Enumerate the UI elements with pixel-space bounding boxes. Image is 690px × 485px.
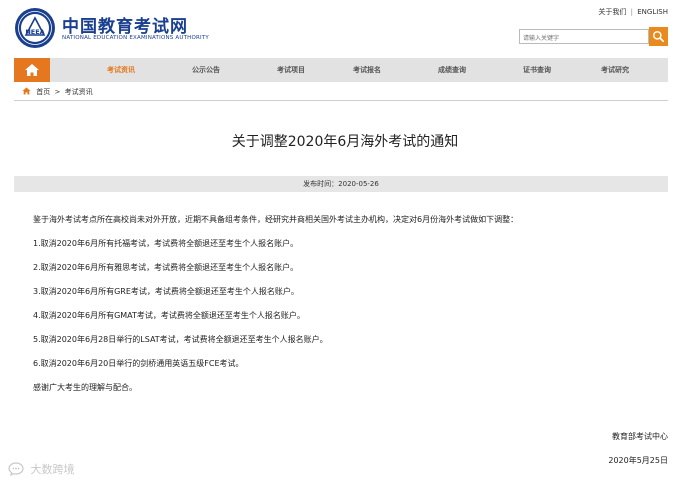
breadcrumb: 首页 > 考试资讯 (22, 87, 93, 97)
watermark-logo-icon (8, 462, 24, 476)
article-paragraph-3: 3.取消2020年6月所有GRE考试，考试费将全额退还至考生个人报名账户。 (33, 287, 299, 296)
seal-text: NEEA (25, 28, 44, 36)
article-paragraph-thanks: 感谢广大考生的理解与配合。 (33, 383, 137, 392)
watermark: 大数跨境 (8, 461, 75, 477)
site-name-en: NATIONAL EDUCATION EXAMINATIONS AUTHORIT… (62, 35, 209, 41)
breadcrumb-home-icon (22, 87, 31, 95)
site-name-cn[interactable]: 中国教育考试网 (62, 12, 188, 37)
breadcrumb-home-link[interactable]: 首页 (36, 88, 50, 96)
nav-item-registration[interactable]: 考试报名 (332, 58, 402, 82)
main-nav: 考试资讯 公示公告 考试项目 考试报名 成绩查询 证书查询 考试研究 (14, 58, 668, 82)
publish-bar: 发布时间：2020-05-26 (14, 176, 668, 192)
article-title: 关于调整2020年6月海外考试的通知 (231, 134, 459, 150)
article-paragraph-1: 1.取消2020年6月所有托福考试，考试费将全额退还至考生个人报名账户。 (33, 239, 299, 248)
about-us-link[interactable]: 关于我们 (598, 8, 626, 16)
article-paragraph-5: 5.取消2020年6月28日举行的LSAT考试，考试费将全额退还至考生个人报名账… (33, 335, 328, 344)
top-links-separator: | (630, 8, 633, 16)
nav-item-exam-programs[interactable]: 考试项目 (256, 58, 326, 82)
breadcrumb-separator: > (54, 88, 61, 96)
nav-item-score-query[interactable]: 成绩查询 (417, 58, 487, 82)
site-header: NEEA 中国教育考试网 NATIONAL EDUCATION EXAMINAT… (0, 0, 690, 58)
home-icon (25, 64, 39, 76)
signature-org: 教育部考试中心 (612, 432, 668, 441)
breadcrumb-divider (14, 100, 668, 101)
watermark-text: 大数跨境 (30, 463, 75, 476)
search-button[interactable] (649, 27, 668, 46)
article-paragraph-6: 6.取消2020年6月20日举行的剑桥通用英语五级FCE考试。 (33, 359, 244, 368)
top-links: 关于我们 | ENGLISH (598, 7, 668, 17)
nav-item-certificate-query[interactable]: 证书查询 (502, 58, 572, 82)
search-input[interactable] (519, 29, 649, 44)
article-paragraph-2: 2.取消2020年6月所有雅思考试，考试费将全额退还至考生个人报名账户。 (33, 263, 299, 272)
article-paragraph-intro: 鉴于海外考试考点所在高校尚未对外开放，近期不具备组考条件，经研究并商相关国外考试… (33, 215, 519, 224)
signature-date: 2020年5月25日 (608, 456, 668, 465)
search-icon (652, 30, 665, 43)
publish-date: 2020-05-26 (338, 180, 379, 188)
nav-home-button[interactable] (14, 58, 50, 82)
english-link[interactable]: ENGLISH (637, 8, 668, 16)
nav-item-announcements[interactable]: 公示公告 (171, 58, 241, 82)
nav-item-exam-research[interactable]: 考试研究 (580, 58, 650, 82)
nav-item-exam-news[interactable]: 考试资讯 (86, 58, 156, 82)
breadcrumb-current[interactable]: 考试资讯 (65, 88, 93, 96)
article-paragraph-4: 4.取消2020年6月所有GMAT考试，考试费将全额退还至考生个人报名账户。 (33, 311, 305, 320)
neea-seal-logo[interactable]: NEEA (14, 7, 56, 49)
publish-label: 发布时间： (303, 180, 339, 188)
